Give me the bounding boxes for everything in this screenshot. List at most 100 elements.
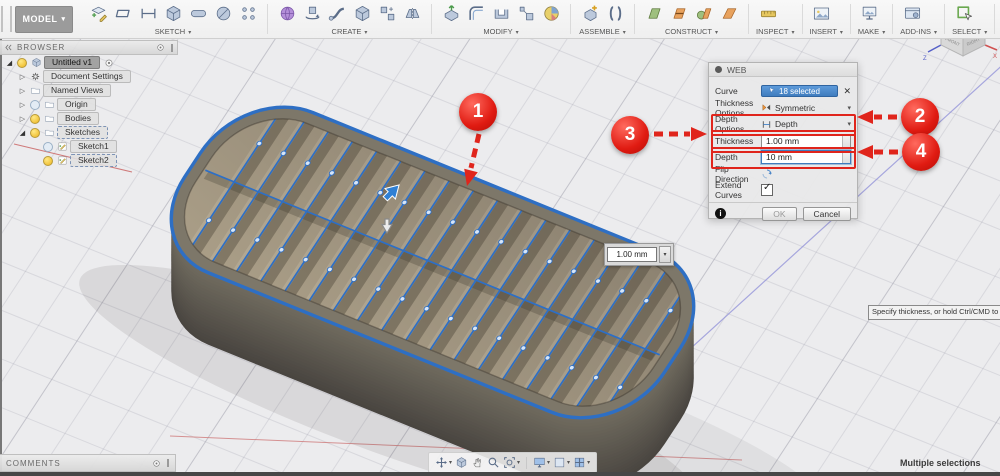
visibility-bulb-icon[interactable]	[43, 155, 53, 166]
measure-button[interactable]	[756, 2, 780, 26]
grid-snaps-button[interactable]: ▾	[553, 456, 570, 469]
thickness-options-dropdown[interactable]: Symmetric	[761, 101, 851, 114]
point-pattern-button[interactable]	[236, 2, 260, 26]
joint-button[interactable]	[603, 2, 627, 26]
shell-icon	[492, 4, 511, 23]
workspace-selector[interactable]: MODEL	[15, 5, 73, 33]
visibility-bulb-icon[interactable]	[17, 57, 27, 68]
form-button[interactable]	[275, 2, 299, 26]
toolbar-group-label[interactable]: MODIFY	[439, 27, 563, 36]
fit-button[interactable]: ▾	[503, 456, 520, 469]
extend-curves-checkbox[interactable]	[761, 182, 773, 197]
pattern-button[interactable]	[375, 2, 399, 26]
tree-item-label[interactable]: Document Settings	[43, 70, 131, 83]
dialog-titlebar[interactable]: WEB	[709, 63, 857, 77]
visibility-bulb-icon[interactable]	[30, 127, 40, 138]
shell-button[interactable]	[489, 2, 513, 26]
grab-icon	[471, 456, 484, 469]
toolbar-group-label[interactable]: CREATE	[275, 27, 424, 36]
comments-grip[interactable]	[167, 459, 169, 467]
curve-label: Curve	[715, 86, 738, 97]
toolbar-group-label[interactable]: INSPECT	[756, 27, 795, 36]
plane-offset-button[interactable]	[642, 2, 666, 26]
expand-arrow-icon[interactable]: ▷	[17, 87, 28, 95]
cancel-button[interactable]: Cancel	[802, 206, 851, 221]
toolbar-group-icons	[900, 2, 937, 26]
midplane-button[interactable]	[667, 2, 691, 26]
line-button[interactable]	[136, 2, 160, 26]
comments-options-icon[interactable]	[152, 459, 161, 468]
viewports-button[interactable]: ▾	[573, 456, 590, 469]
collapse-arrow-icon[interactable]: ◢	[4, 59, 15, 67]
tree-item-label[interactable]: Origin	[57, 98, 96, 111]
thickness-input[interactable]: 1.00 mm	[761, 133, 851, 148]
toolbar-group-label[interactable]: ADD-INS	[900, 27, 937, 36]
polygon-box-button[interactable]	[161, 2, 185, 26]
plane-tangent-button[interactable]	[692, 2, 716, 26]
zoom-button[interactable]	[487, 456, 500, 469]
toolbar-group-label[interactable]: SELECT	[952, 27, 987, 36]
toolbar-grip[interactable]	[1, 6, 12, 32]
scale-button[interactable]	[514, 2, 538, 26]
curve-selection-button[interactable]: 18 selected	[761, 85, 839, 98]
scripts-addins-button[interactable]	[900, 2, 924, 26]
dimension-input[interactable]: 1.00 mm	[607, 247, 657, 262]
depth-options-dropdown[interactable]: Depth	[761, 118, 851, 131]
collapse-panel-icon[interactable]	[4, 43, 13, 52]
activate-component-icon[interactable]	[104, 58, 114, 68]
fillet-button[interactable]	[464, 2, 488, 26]
comments-panel[interactable]: COMMENTS	[0, 454, 176, 472]
browser-header[interactable]: BROWSER	[0, 40, 178, 55]
attached-canvas-button[interactable]	[810, 2, 834, 26]
dimension-dropdown[interactable]: ▾	[659, 246, 671, 263]
visibility-bulb-icon[interactable]	[30, 113, 40, 124]
look-at-button[interactable]	[455, 456, 468, 469]
tree-item-label[interactable]: Bodies	[57, 112, 99, 125]
toolbar-group-label[interactable]: MAKE	[858, 27, 885, 36]
create-sketch-button[interactable]	[86, 2, 110, 26]
tree-item-label[interactable]: Named Views	[43, 84, 112, 97]
folder-icon	[44, 127, 55, 138]
tree-item-label[interactable]: Sketch2	[70, 154, 117, 167]
depth-spinner[interactable]	[842, 151, 850, 164]
toolbar-group-label[interactable]: SKETCH	[86, 27, 260, 36]
flip-direction-icon[interactable]	[761, 168, 773, 180]
panel-options-icon[interactable]	[156, 43, 165, 52]
info-icon[interactable]: i	[715, 208, 726, 219]
expand-arrow-icon[interactable]: ▷	[17, 73, 28, 81]
toolbar-group-label[interactable]: CONSTRUCT	[642, 27, 741, 36]
tree-item-label[interactable]: Untitled v1	[44, 56, 101, 69]
clear-selection-icon[interactable]: ✕	[843, 86, 851, 97]
mirror-button[interactable]	[400, 2, 424, 26]
display-settings-button[interactable]: ▾	[533, 456, 550, 469]
pan-button[interactable]: ▾	[435, 456, 452, 469]
toolbar-group-label[interactable]: INSERT	[810, 27, 843, 36]
new-component-button[interactable]	[578, 2, 602, 26]
appearance-button[interactable]	[539, 2, 563, 26]
expand-arrow-icon[interactable]: ▷	[17, 115, 28, 123]
visibility-bulb-icon[interactable]	[43, 141, 53, 152]
slot-button[interactable]	[186, 2, 210, 26]
depth-input[interactable]: 10 mm	[761, 150, 851, 165]
panel-grip[interactable]	[171, 43, 173, 52]
revolve-button[interactable]	[300, 2, 324, 26]
make-button[interactable]	[858, 2, 882, 26]
toolbar-group-label[interactable]: ASSEMBLE	[578, 27, 627, 36]
circle-button[interactable]	[211, 2, 235, 26]
select-button[interactable]	[952, 2, 976, 26]
rectangle-icon	[114, 4, 133, 23]
ok-button[interactable]: OK	[762, 206, 797, 221]
expand-arrow-icon[interactable]: ▷	[17, 101, 28, 109]
grab-button[interactable]	[471, 456, 484, 469]
tree-item-label[interactable]: Sketches	[57, 126, 108, 139]
rectangle-button[interactable]	[111, 2, 135, 26]
status-message: Multiple selections	[900, 458, 981, 468]
sweep-button[interactable]	[325, 2, 349, 26]
plane-angle-button[interactable]	[717, 2, 741, 26]
collapse-arrow-icon[interactable]: ◢	[17, 129, 28, 137]
tree-item-label[interactable]: Sketch1	[70, 140, 117, 153]
visibility-bulb-icon[interactable]	[30, 99, 40, 110]
press-pull-button[interactable]	[439, 2, 463, 26]
thickness-spinner[interactable]	[842, 134, 850, 147]
box-button[interactable]	[350, 2, 374, 26]
